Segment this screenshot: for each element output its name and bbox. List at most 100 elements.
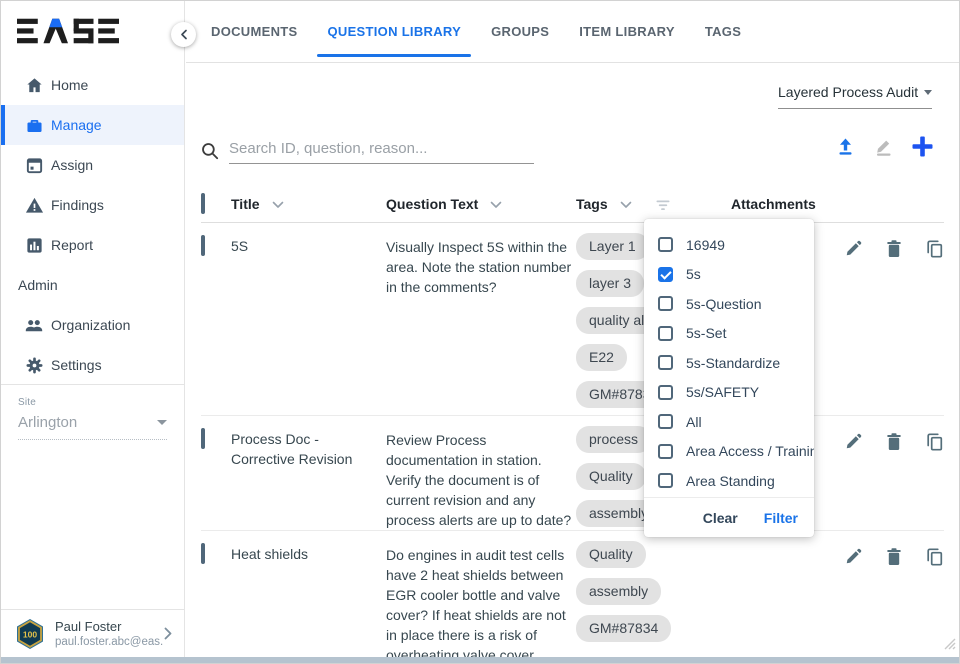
profile-section[interactable]: 100 Paul Foster paul.foster.abc@eas...	[1, 609, 184, 657]
tab-tags[interactable]: TAGS	[705, 1, 741, 62]
option-checkbox[interactable]	[658, 444, 673, 459]
sidebar-item-settings[interactable]: Settings	[1, 345, 184, 385]
tab-item-library[interactable]: ITEM LIBRARY	[579, 1, 675, 62]
row-actions	[844, 416, 944, 452]
upload-icon	[835, 136, 856, 157]
tag-chip: Layer 1	[576, 233, 649, 260]
delete-row-button[interactable]	[885, 547, 903, 567]
table-header: Title Question Text Tags Attachments	[201, 186, 944, 223]
sidebar-section-admin: Admin	[1, 265, 184, 305]
profile-email: paul.foster.abc@eas...	[55, 636, 164, 648]
clear-button[interactable]: Clear	[703, 510, 738, 526]
edit-row-button[interactable]	[844, 547, 863, 567]
sidebar-nav: Home Manage Assign Findings	[1, 65, 184, 385]
filter-option[interactable]: 5s	[644, 260, 814, 290]
row-checkbox[interactable]	[201, 428, 205, 449]
delete-row-button[interactable]	[885, 239, 903, 259]
sidebar-collapse-button[interactable]	[171, 22, 196, 47]
tag-chip: layer 3	[576, 270, 644, 297]
filter-icon[interactable]	[656, 200, 670, 211]
sidebar-item-label: Findings	[51, 197, 104, 213]
sidebar-item-manage[interactable]: Manage	[1, 105, 184, 145]
option-checkbox[interactable]	[658, 385, 673, 400]
ease-logo: EASE	[17, 18, 119, 49]
column-header-title: Title	[231, 196, 260, 212]
audit-type-select[interactable]: Layered Process Audit	[778, 84, 932, 109]
site-select-value: Arlington	[18, 414, 77, 431]
tag-chip: GM#87834	[576, 615, 671, 642]
delete-row-button[interactable]	[885, 432, 903, 452]
sidebar-item-home[interactable]: Home	[1, 65, 184, 105]
filter-option[interactable]: 5s-Question	[644, 289, 814, 319]
option-checkbox[interactable]	[658, 326, 673, 341]
filter-option[interactable]: 5s-Standardize	[644, 348, 814, 378]
option-checkbox[interactable]	[658, 473, 673, 488]
table-row: Process Doc - Corrective Revision Review…	[201, 416, 944, 531]
duplicate-row-button[interactable]	[925, 432, 944, 452]
option-checkbox[interactable]	[658, 355, 673, 370]
app-window: EASE Home	[0, 0, 960, 664]
filter-option[interactable]: Area Access / Training	[644, 437, 814, 467]
edit-row-button[interactable]	[844, 239, 863, 259]
column-header-question: Question Text	[386, 196, 478, 212]
ease-logo-icon	[17, 18, 119, 44]
plus-icon	[911, 135, 934, 158]
duplicate-row-button[interactable]	[925, 547, 944, 567]
select-all-checkbox[interactable]	[201, 193, 205, 214]
gear-icon	[24, 355, 44, 375]
row-actions	[844, 531, 944, 567]
sidebar-item-organization[interactable]: Organization	[1, 305, 184, 345]
filter-button[interactable]: Filter	[764, 510, 798, 526]
filter-option[interactable]: 16949	[644, 230, 814, 260]
row-checkbox[interactable]	[201, 235, 205, 256]
sidebar-item-label: Home	[51, 77, 88, 93]
tag-filter-dropdown: 16949 5s 5s-Question 5s-Set 5s-Standardi…	[644, 219, 814, 537]
tag-chip: Quality	[576, 541, 646, 568]
option-checkbox[interactable]	[658, 296, 673, 311]
briefcase-icon	[24, 115, 44, 135]
question-table: Title Question Text Tags Attachments	[201, 186, 944, 659]
divider	[1, 384, 184, 385]
option-checkbox-checked[interactable]	[658, 267, 673, 282]
tag-chip: assembly	[576, 578, 661, 605]
row-checkbox[interactable]	[201, 543, 205, 564]
tag-filter-options: 16949 5s 5s-Question 5s-Set 5s-Standardi…	[644, 219, 814, 497]
filter-option[interactable]: All	[644, 407, 814, 437]
edit-button-disabled[interactable]	[873, 136, 894, 157]
table-row: 5S Visually Inspect 5S within the area. …	[201, 223, 944, 416]
people-icon	[24, 315, 44, 335]
chevron-right-icon	[164, 627, 172, 640]
row-tags: Quality assembly GM#87834	[576, 531, 731, 652]
add-question-button[interactable]	[911, 135, 934, 158]
caret-down-icon	[924, 90, 932, 95]
score-badge: 100	[15, 618, 45, 650]
tag-chip: process	[576, 426, 651, 453]
option-checkbox[interactable]	[658, 237, 673, 252]
sort-chevron-icon[interactable]	[490, 201, 502, 209]
search-icon	[201, 142, 219, 160]
filter-option[interactable]: 5s-Set	[644, 319, 814, 349]
tab-question-library[interactable]: QUESTION LIBRARY	[327, 1, 461, 62]
audit-type-value: Layered Process Audit	[778, 84, 918, 100]
profile-name: Paul Foster	[55, 619, 164, 634]
sidebar-item-label: Settings	[51, 357, 102, 373]
filter-option[interactable]: Area Standing	[644, 466, 814, 496]
sort-chevron-icon[interactable]	[272, 201, 284, 209]
column-header-attachments: Attachments	[731, 196, 816, 212]
sidebar-item-assign[interactable]: Assign	[1, 145, 184, 185]
search-input[interactable]	[229, 138, 534, 164]
tab-groups[interactable]: GROUPS	[491, 1, 549, 62]
edit-row-button[interactable]	[844, 432, 863, 452]
sidebar-item-findings[interactable]: Findings	[1, 185, 184, 225]
filter-option[interactable]: 5s/SAFETY	[644, 378, 814, 408]
option-checkbox[interactable]	[658, 414, 673, 429]
upload-button[interactable]	[835, 136, 856, 157]
resize-grip[interactable]	[942, 636, 956, 655]
window-bottom-edge	[1, 657, 959, 663]
column-header-tags: Tags	[576, 196, 608, 212]
sidebar-item-report[interactable]: Report	[1, 225, 184, 265]
site-select[interactable]: Arlington	[18, 414, 167, 440]
sort-chevron-icon[interactable]	[620, 201, 632, 209]
duplicate-row-button[interactable]	[925, 239, 944, 259]
tab-documents[interactable]: DOCUMENTS	[211, 1, 297, 62]
